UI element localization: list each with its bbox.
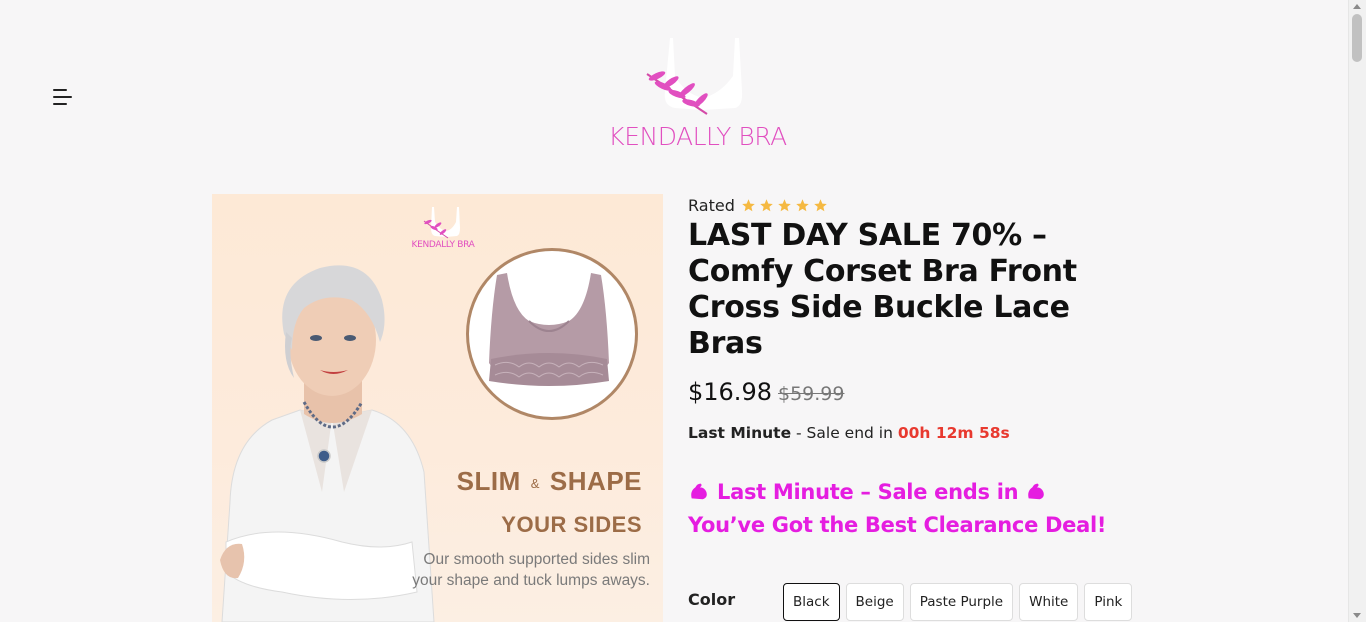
logo-text: KENDALLY BRA bbox=[608, 122, 787, 151]
flexed-biceps-icon bbox=[1028, 483, 1045, 500]
rated-label: Rated bbox=[688, 195, 735, 215]
sale-price: $16.98 bbox=[688, 378, 772, 406]
star-icon bbox=[814, 198, 827, 211]
product-bra-thumbnail bbox=[466, 248, 638, 420]
scrollbar-thumb[interactable] bbox=[1352, 14, 1362, 62]
flexed-biceps-icon bbox=[691, 483, 707, 500]
vertical-scrollbar[interactable] bbox=[1348, 0, 1366, 622]
bra-product-icon bbox=[489, 273, 609, 386]
color-option-black[interactable]: Black bbox=[783, 583, 840, 621]
color-option-pink[interactable]: Pink bbox=[1084, 583, 1133, 621]
product-image[interactable]: KENDALLY BRA SLIM & SHAPE YOUR SIDES Our… bbox=[212, 194, 663, 622]
scroll-up-arrow-icon[interactable] bbox=[1353, 4, 1361, 9]
site-logo[interactable]: KENDALLY BRA bbox=[595, 36, 800, 156]
image-headline-slim-shape: SLIM & SHAPE bbox=[456, 466, 642, 496]
color-options: Black Beige Paste Purple White Pink bbox=[783, 583, 1138, 621]
price-row: $16.98 $59.99 bbox=[688, 378, 844, 406]
promo-banner: Last Minute – Sale ends in You’ve Got th… bbox=[688, 476, 1148, 542]
image-description: Our smooth supported sides slim your sha… bbox=[412, 551, 650, 589]
star-icon bbox=[796, 198, 809, 211]
scroll-down-arrow-icon[interactable] bbox=[1353, 613, 1361, 618]
bra-leaf-logo-icon bbox=[646, 38, 743, 115]
countdown-text: - Sale end in bbox=[791, 424, 898, 442]
sale-countdown: Last Minute - Sale end in 00h 12m 58s bbox=[688, 424, 1010, 442]
star-icon bbox=[742, 198, 755, 211]
star-icon bbox=[778, 198, 791, 211]
bra-leaf-logo-icon bbox=[423, 207, 460, 239]
image-headline-sides: YOUR SIDES bbox=[501, 512, 642, 537]
promo-line-2: You’ve Got the Best Clearance Deal! bbox=[688, 513, 1107, 537]
original-price: $59.99 bbox=[777, 383, 845, 405]
color-option-beige[interactable]: Beige bbox=[845, 583, 904, 621]
countdown-timer: 00h 12m 58s bbox=[897, 424, 1010, 442]
rating-row: Rated bbox=[688, 195, 831, 215]
countdown-label: Last Minute bbox=[688, 424, 792, 442]
promo-line-1: Last Minute – Sale ends in bbox=[717, 480, 1019, 504]
product-title: LAST DAY SALE 70% – Comfy Corset Bra Fro… bbox=[688, 218, 1077, 361]
star-icon bbox=[760, 198, 773, 211]
color-option-white[interactable]: White bbox=[1019, 583, 1079, 621]
color-label: Color bbox=[688, 590, 736, 609]
color-option-paste-purple[interactable]: Paste Purple bbox=[909, 583, 1014, 621]
hamburger-menu-icon[interactable] bbox=[53, 88, 73, 106]
